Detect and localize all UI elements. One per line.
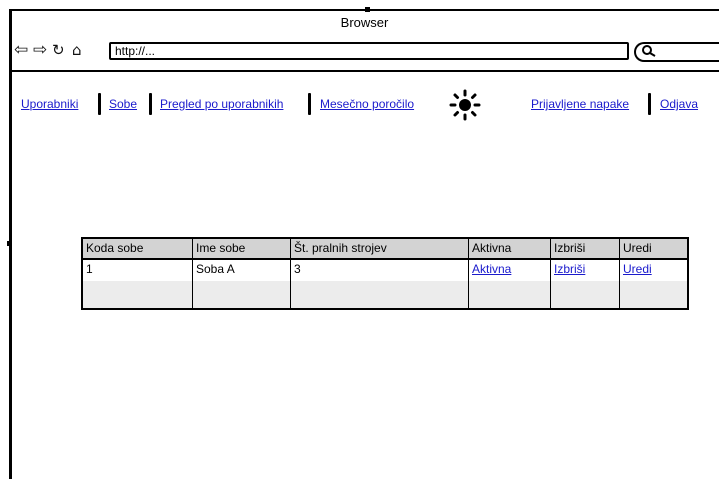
nav-link-pregled[interactable]: Pregled po uporabnikih	[160, 96, 283, 112]
table-cell	[83, 281, 193, 308]
forward-arrow-icon[interactable]: ⇨	[33, 40, 47, 60]
table-cell: 1	[83, 260, 193, 281]
aktivna-link[interactable]: Aktivna	[472, 262, 511, 276]
table-row	[83, 281, 687, 308]
rooms-table: Koda sobe Ime sobe Št. pralnih strojev A…	[81, 237, 689, 310]
nav-link-sobe[interactable]: Sobe	[109, 96, 137, 112]
column-header: Št. pralnih strojev	[291, 239, 469, 258]
sun-icon	[449, 89, 481, 121]
nav-link-odjava[interactable]: Odjava	[660, 96, 698, 112]
nav-separator	[98, 93, 101, 115]
window-title: Browser	[340, 15, 389, 30]
selection-handle	[7, 241, 12, 246]
uredi-link[interactable]: Uredi	[623, 262, 652, 276]
nav-link-prijavljene-napake[interactable]: Prijavljene napake	[531, 96, 629, 112]
nav-separator	[149, 93, 152, 115]
nav-separator	[308, 93, 311, 115]
nav-separator	[648, 93, 651, 115]
table-cell	[291, 281, 469, 308]
table-cell	[193, 281, 291, 308]
back-arrow-icon[interactable]: ⇦	[14, 40, 28, 60]
table-cell	[620, 281, 687, 308]
table-header-row: Koda sobe Ime sobe Št. pralnih strojev A…	[83, 239, 687, 260]
search-icon[interactable]	[641, 44, 659, 62]
address-bar[interactable]: http://...	[109, 42, 629, 60]
search-box[interactable]	[634, 42, 719, 62]
reload-icon[interactable]: ↻	[52, 40, 65, 60]
column-header: Koda sobe	[83, 239, 193, 258]
column-header: Ime sobe	[193, 239, 291, 258]
column-header: Uredi	[623, 241, 652, 255]
table-cell	[469, 281, 551, 308]
toolbar-divider	[10, 70, 719, 72]
home-icon[interactable]: ⌂	[72, 40, 82, 60]
nav-link-uporabniki[interactable]: Uporabniki	[21, 96, 78, 112]
table-cell: Izbriši	[551, 260, 620, 281]
table-cell	[551, 281, 620, 308]
nav-link-mesecno-porocilo[interactable]: Mesečno poročilo	[320, 96, 414, 112]
table-cell: 3	[291, 260, 469, 281]
column-header: Aktivna	[469, 239, 551, 258]
column-header: Izbriši	[551, 239, 620, 258]
table-cell: Uredi	[620, 260, 687, 281]
izbrisi-link[interactable]: Izbriši	[554, 262, 585, 276]
table-cell: Soba A	[193, 260, 291, 281]
table-cell: Aktivna	[469, 260, 551, 281]
table-row: 1 Soba A 3 Aktivna Izbriši Uredi	[83, 260, 687, 281]
